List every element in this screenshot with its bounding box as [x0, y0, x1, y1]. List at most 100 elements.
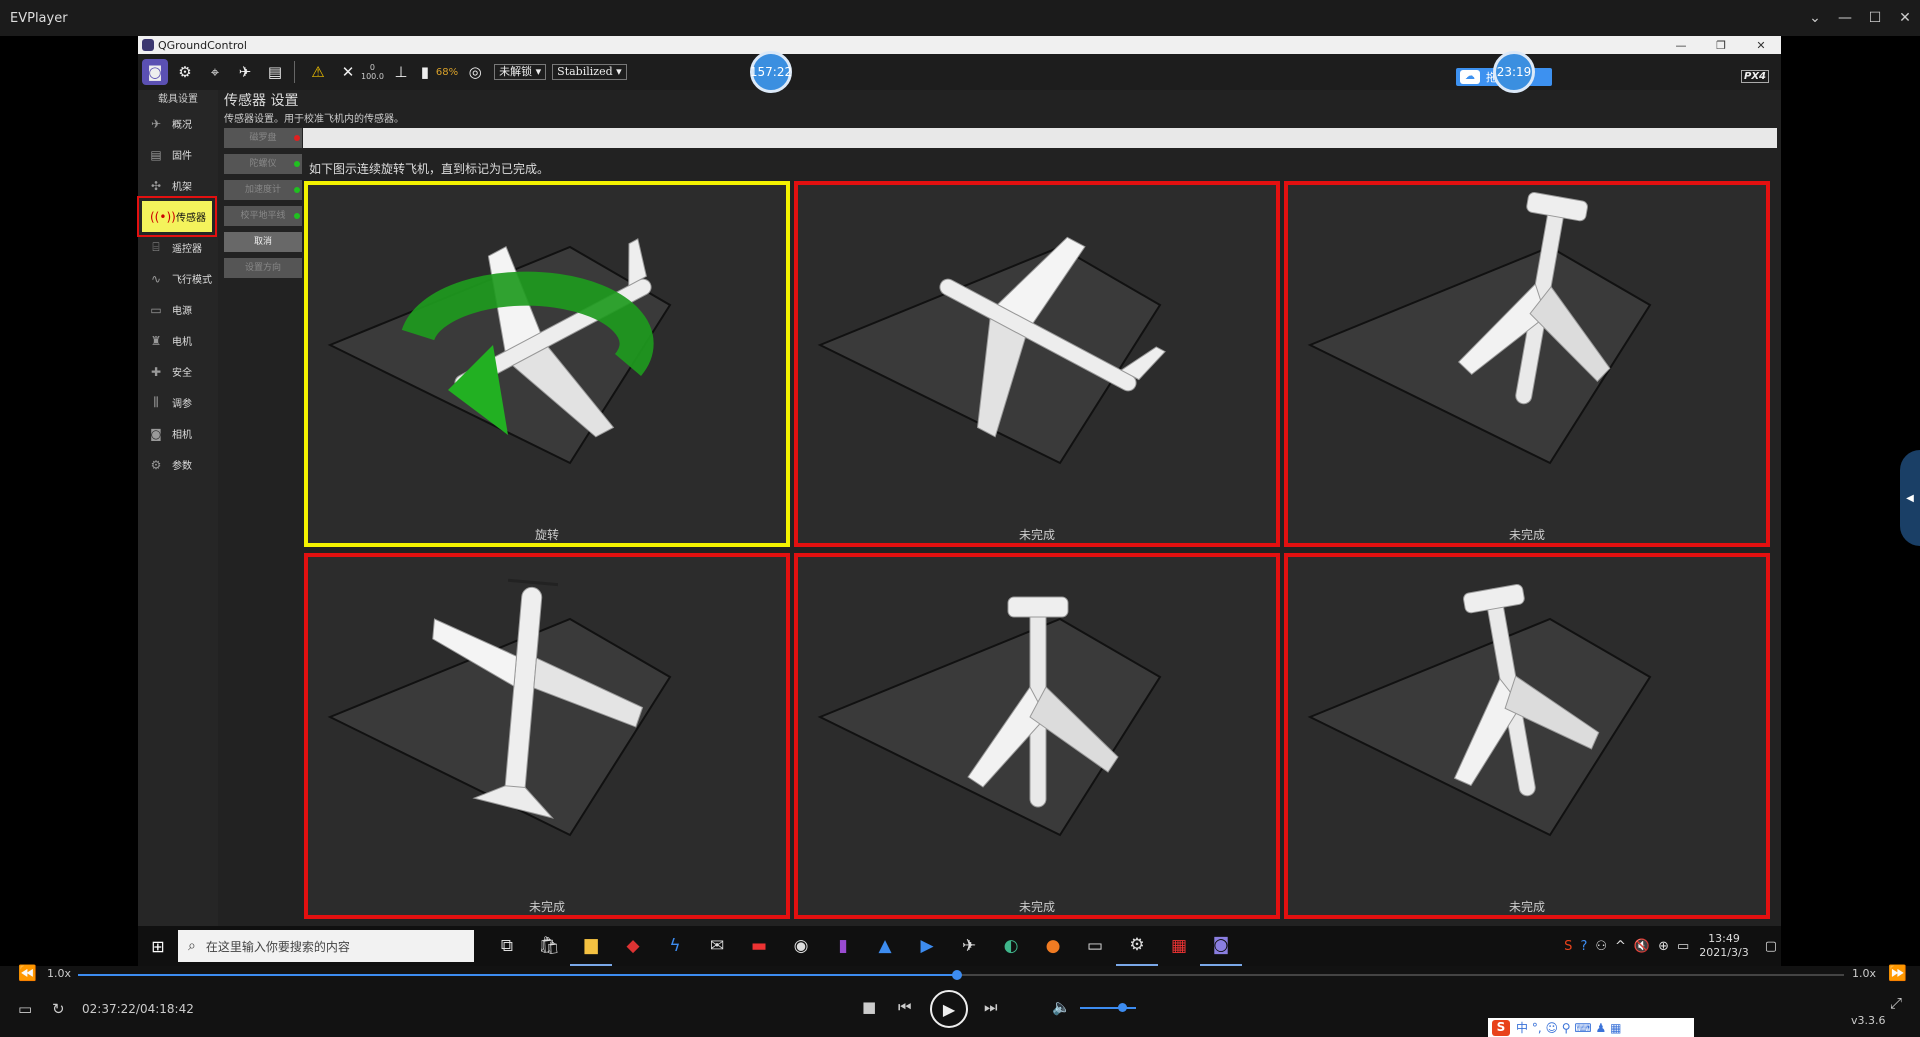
network-icon[interactable]: ⊕ [1658, 939, 1669, 954]
speed-left[interactable]: 1.0x [47, 967, 71, 980]
sidebar-item[interactable]: ◙ 相机 [138, 418, 218, 449]
sidebar-item-label: 传感器 [176, 213, 206, 224]
qgc-taskbar-icon[interactable]: ◙ [1200, 926, 1242, 966]
sensor-button[interactable]: 校平地平线 [224, 206, 302, 226]
recording-timer-text: 157:22 [749, 65, 793, 79]
sidebar-item[interactable]: ✚ 安全 [138, 356, 218, 387]
rc-signal-icon[interactable]: ⊥ [388, 59, 414, 85]
stop-icon[interactable]: ■ [862, 998, 876, 1016]
analyze-icon[interactable]: ▤ [262, 59, 288, 85]
flight-mode-dropdown[interactable]: Stabilized ▾ [552, 64, 627, 80]
restore-icon[interactable]: ❐ [1701, 39, 1741, 52]
warning-icon[interactable]: ⚠ [305, 59, 331, 85]
minimize-icon[interactable]: — [1830, 0, 1860, 36]
clock-timer-badge[interactable]: 23:19 [1493, 51, 1535, 93]
sidebar-item[interactable]: ✈ 概况 [138, 108, 218, 139]
volume-slider[interactable] [1080, 1007, 1136, 1009]
help-icon[interactable]: ? [1580, 939, 1587, 954]
qgc-home-icon[interactable]: ◙ [142, 59, 168, 85]
photos-icon[interactable]: ▲ [864, 926, 906, 966]
loop-icon[interactable]: ↻ [52, 1000, 65, 1018]
taskbar-search-input[interactable]: ⌕ 在这里输入你要搜索的内容 [178, 930, 474, 962]
gps-icon[interactable]: ✕ [335, 59, 361, 85]
volume-slider-thumb[interactable] [1118, 1003, 1127, 1012]
sidebar-item[interactable]: ∿ 飞行模式 [138, 263, 218, 294]
cloud-icon: ☁ [1460, 70, 1480, 84]
seek-bar-thumb[interactable] [952, 970, 963, 980]
sensor-button[interactable]: 加速度计 [224, 180, 302, 200]
next-icon[interactable]: ⏭ [984, 998, 998, 1016]
recording-timer-badge[interactable]: 157:22 [750, 51, 792, 93]
sensor-button[interactable]: 陀螺仪 [224, 154, 302, 174]
sensor-button[interactable]: 磁罗盘 [224, 128, 302, 148]
calibration-instruction: 如下图示连续旋转飞机，直到标记为已完成。 [309, 162, 550, 176]
app-red-diamond-icon[interactable]: ◆ [612, 926, 654, 966]
sensor-button[interactable]: 取消 [224, 232, 302, 252]
plane-tail [1007, 596, 1069, 618]
app-red-icon[interactable]: ▬ [738, 926, 780, 966]
fullscreen-icon[interactable]: ⤢ [1890, 994, 1902, 1012]
zoom-icon[interactable]: ▶ [906, 926, 948, 966]
battery-percent: 68% [435, 66, 459, 78]
sensor-button[interactable]: 设置方向 [224, 258, 302, 278]
store-icon[interactable]: 🛍 [528, 926, 570, 966]
status-dot [294, 135, 300, 141]
sidebar-item[interactable]: ⫼ 调参 [138, 387, 218, 418]
battery-tray-icon[interactable]: ▭ [1677, 939, 1689, 954]
windows-start-icon[interactable]: ⊞ [138, 937, 178, 956]
app-lightning-icon[interactable]: ϟ [654, 926, 696, 966]
play-button[interactable]: ▶ [930, 990, 968, 1028]
settings-gear-icon[interactable]: ⚙ [1116, 926, 1158, 966]
folder-icon[interactable]: ▭ [18, 1000, 32, 1018]
close-icon[interactable]: ✕ [1890, 0, 1920, 36]
rewind-icon[interactable]: ⏪ [18, 964, 37, 982]
sidebar-item[interactable]: ▭ 电源 [138, 294, 218, 325]
sidebar-item-label: 机架 [172, 182, 192, 193]
notification-icon[interactable]: ▢ [1765, 939, 1777, 954]
chevron-down-icon[interactable]: ⌄ [1800, 0, 1830, 36]
rtk-icon[interactable]: ◎ [462, 59, 488, 85]
people-icon[interactable]: ⚇ [1595, 939, 1607, 954]
ime-toolbar-icons[interactable]: 中 °, ☺ ⚲ ⌨ ♟ ▦ [1516, 1019, 1621, 1036]
volume-icon[interactable]: 🔈 [1052, 998, 1071, 1016]
sidebar-item[interactable]: ▤ 固件 [138, 139, 218, 170]
app-monitor-icon[interactable]: ▭ [1074, 926, 1116, 966]
sidebar-item[interactable]: ♜ 电机 [138, 325, 218, 356]
settings-gear-icon[interactable]: ⚙ [172, 59, 198, 85]
app-bird-icon[interactable]: ✈ [948, 926, 990, 966]
orientation-cell-label: 旋转 [534, 528, 559, 542]
app-calendar-icon[interactable]: ▦ [1158, 926, 1200, 966]
radio-icon: ⌸ [152, 240, 160, 254]
mail-icon[interactable]: ✉ [696, 926, 738, 966]
file-explorer-icon[interactable]: ▆ [570, 926, 612, 966]
plan-icon[interactable]: ⌖ [202, 59, 228, 85]
close-icon[interactable]: ✕ [1741, 39, 1781, 52]
onenote-icon[interactable]: ▮ [822, 926, 864, 966]
previous-icon[interactable]: ⏮ [898, 998, 912, 1016]
task-view-icon[interactable]: ⧉ [486, 926, 528, 966]
side-panel-handle[interactable]: ◀ [1900, 450, 1920, 546]
sidebar-item[interactable]: ⚙ 参数 [138, 449, 218, 480]
sidebar-item[interactable]: ✣ 机架 [138, 170, 218, 201]
sogou-tray-icon[interactable]: S [1564, 939, 1572, 954]
status-dot [294, 187, 300, 193]
firefox-icon[interactable]: ● [1032, 926, 1074, 966]
taskbar-clock[interactable]: 13:49 2021/3/3 [1699, 932, 1748, 960]
volume-muted-icon[interactable]: 🔇 [1634, 939, 1650, 954]
sidebar-item[interactable]: ((•)) 传感器 [137, 196, 217, 237]
sidebar-item[interactable]: ⌸ 遥控器 [138, 232, 218, 263]
fast-forward-icon[interactable]: ⏩ [1888, 964, 1907, 982]
maximize-icon[interactable]: ☐ [1860, 0, 1890, 36]
arm-state-dropdown[interactable]: 未解锁 ▾ [494, 64, 547, 80]
sogou-logo-icon[interactable]: S [1492, 1019, 1510, 1036]
fly-icon[interactable]: ✈ [232, 59, 258, 85]
battery-icon[interactable]: ▮ [418, 59, 432, 85]
safety-icon: ✚ [150, 364, 162, 379]
minimize-icon[interactable]: — [1661, 39, 1701, 52]
edge-browser-icon[interactable]: ◐ [990, 926, 1032, 966]
chevron-up-icon[interactable]: ^ [1615, 939, 1626, 954]
camera-app-icon[interactable]: ◉ [780, 926, 822, 966]
seek-bar[interactable] [78, 970, 1844, 980]
speed-right[interactable]: 1.0x [1852, 967, 1876, 980]
px4-logo: PX4 [1741, 70, 1769, 83]
